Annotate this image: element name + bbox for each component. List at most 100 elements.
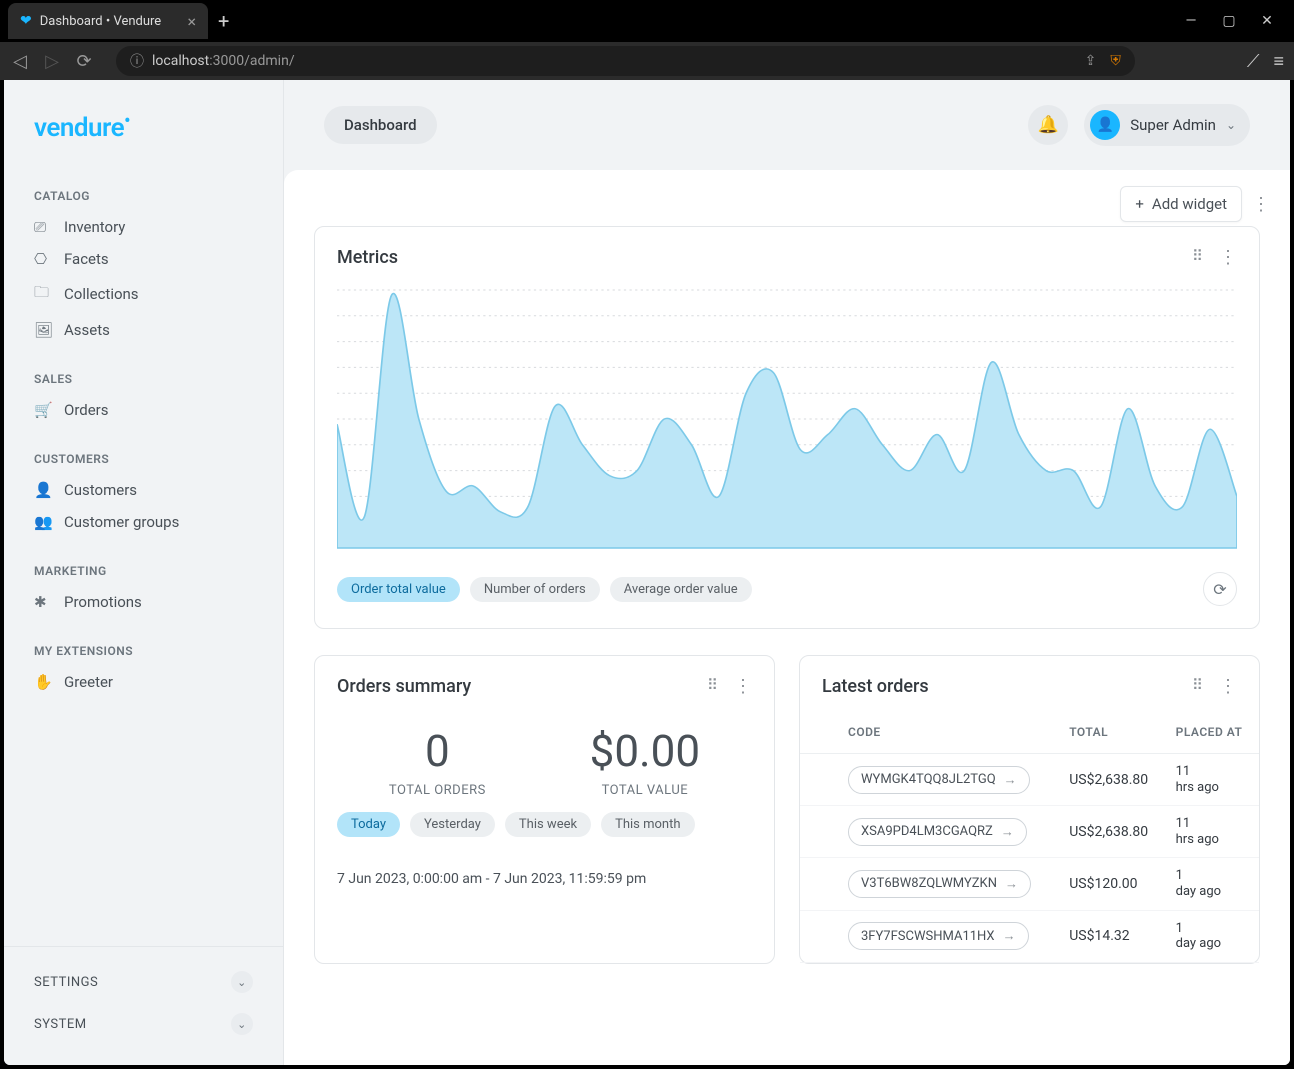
table-row: XSA9PD4LM3CGAQRZ→US$2,638.8011hrs ago — [800, 806, 1259, 858]
total-value-value: $0.00 — [590, 725, 701, 777]
forward-button[interactable]: ▷ — [42, 51, 62, 72]
orders-summary-title: Orders summary — [337, 676, 471, 697]
date-range: 7 Jun 2023, 0:00:00 am - 7 Jun 2023, 11:… — [337, 859, 752, 887]
drag-handle-icon[interactable]: ⠿ — [1192, 676, 1203, 697]
sidebar-item-promotions[interactable]: ✱Promotions — [4, 586, 283, 618]
card-menu-button[interactable]: ⋮ — [1219, 676, 1237, 697]
latest-orders-table: CODETOTALPLACED AT WYMGK4TQQ8JL2TGQ→US$2… — [800, 711, 1259, 963]
sidebar-item-inventory[interactable]: ⎚ Inventory — [4, 211, 283, 243]
sidebar-footer-label: SETTINGS — [34, 975, 98, 990]
sidebar-item-label: Orders — [64, 401, 109, 419]
inventory-icon: ⎚ — [34, 218, 52, 236]
avatar: 👤 — [1090, 110, 1120, 140]
range-chip-this-week[interactable]: This week — [505, 812, 591, 837]
extension-icon[interactable]: ⟋ — [1247, 51, 1260, 72]
table-row: V3T6BW8ZQLWMYZKN→ US$120.001day ago — [800, 858, 1259, 910]
card-menu-button[interactable]: ⋮ — [1219, 247, 1237, 268]
latest-orders-title: Latest orders — [822, 676, 929, 697]
sidebar-item-label: Assets — [64, 321, 110, 339]
promotions-icon: ✱ — [34, 593, 52, 611]
greeter-icon: ✋ — [34, 673, 52, 691]
sidebar-item-label: Greeter — [64, 673, 113, 691]
card-menu-button[interactable]: ⋮ — [734, 676, 752, 697]
metrics-chart — [315, 274, 1259, 562]
user-menu[interactable]: 👤 Super Admin ⌄ — [1084, 104, 1250, 146]
site-info-icon[interactable]: ⓘ — [130, 51, 144, 71]
browser-tab-bar: ❤ Dashboard • Vendure × + — ▢ ✕ — [0, 0, 1294, 42]
metric-chip-order-total-value[interactable]: Order total value — [337, 577, 460, 602]
content-area: + Add widget ⋮ Metrics ⠿ ⋮ — [284, 170, 1290, 1065]
new-tab-button[interactable]: + — [218, 9, 229, 33]
browser-tab[interactable]: ❤ Dashboard • Vendure × — [8, 3, 208, 39]
order-total: US$120.00 — [1059, 858, 1165, 910]
table-row: 3FY7FSCWSHMA11HX→ US$14.321day ago — [800, 910, 1259, 962]
close-window-icon[interactable]: ✕ — [1258, 13, 1276, 29]
table-row: WYMGK4TQQ8JL2TGQ→US$2,638.8011hrs ago — [800, 754, 1259, 806]
sidebar-footer-system[interactable]: SYSTEM⌄ — [4, 1003, 283, 1045]
share-icon[interactable]: ⇪ — [1085, 53, 1097, 69]
bell-icon: 🔔 — [1038, 115, 1059, 135]
order-code-link[interactable]: WYMGK4TQQ8JL2TGQ→ — [848, 766, 1030, 794]
orders-summary-card: Orders summary ⠿ ⋮ 0 TOTAL ORDERS — [314, 655, 775, 964]
sidebar-heading: CATALOG — [4, 181, 283, 211]
minimize-icon[interactable]: — — [1182, 13, 1200, 29]
order-placed-at: 11hrs ago — [1166, 754, 1259, 806]
breadcrumb[interactable]: Dashboard — [324, 106, 437, 144]
range-chip-today[interactable]: Today — [337, 812, 400, 837]
sidebar-heading: MARKETING — [4, 556, 283, 586]
close-tab-icon[interactable]: × — [187, 12, 196, 31]
order-code-link[interactable]: V3T6BW8ZQLWMYZKN→ — [848, 870, 1031, 898]
url-host: localhost — [152, 53, 209, 69]
total-value-label: TOTAL VALUE — [590, 783, 701, 798]
sidebar-item-label: Collections — [64, 285, 139, 303]
notifications-button[interactable]: 🔔 — [1028, 105, 1068, 145]
maximize-icon[interactable]: ▢ — [1220, 13, 1238, 29]
order-total: US$2,638.80 — [1059, 806, 1165, 858]
sidebar-item-facets[interactable]: ⎔ Facets — [4, 243, 283, 275]
sidebar-heading: MY EXTENSIONS — [4, 636, 283, 666]
total-orders-value: 0 — [389, 725, 486, 777]
sidebar-item-collections[interactable]: 🗀Collections — [4, 275, 283, 314]
sidebar-item-assets[interactable]: 🖼Assets — [4, 314, 283, 346]
orders-icon: 🛒 — [34, 401, 52, 419]
column-total: TOTAL — [1059, 711, 1165, 754]
window-controls: — ▢ ✕ — [1182, 13, 1286, 29]
metric-chip-number-of-orders[interactable]: Number of orders — [470, 577, 600, 602]
plus-icon: + — [1135, 195, 1144, 213]
order-code-link[interactable]: 3FY7FSCWSHMA11HX→ — [848, 922, 1029, 950]
sidebar-item-customers[interactable]: 👤Customers — [4, 474, 283, 506]
logo[interactable]: vendure• — [4, 100, 283, 163]
facets-icon: ⎔ — [34, 250, 52, 268]
drag-handle-icon[interactable]: ⠿ — [707, 676, 718, 697]
url-path: :3000/admin/ — [209, 53, 294, 69]
order-placed-at: 1day ago — [1166, 858, 1259, 910]
menu-icon[interactable]: ≡ — [1273, 51, 1284, 72]
sidebar-item-label: Inventory — [64, 218, 125, 236]
arrow-right-icon: → — [1005, 876, 1018, 892]
sidebar: vendure• CATALOG ⎚ Inventory ⎔ Facets 🗀Collec… — [4, 80, 284, 1065]
drag-handle-icon[interactable]: ⠿ — [1192, 247, 1203, 268]
refresh-button[interactable]: ⟳ — [1203, 572, 1237, 606]
add-widget-button[interactable]: + Add widget — [1120, 186, 1242, 222]
sidebar-item-greeter[interactable]: ✋ Greeter — [4, 666, 283, 698]
order-placed-at: 1day ago — [1166, 910, 1259, 962]
sidebar-footer-settings[interactable]: SETTINGS⌄ — [4, 961, 283, 1003]
sidebar-item-customer-groups[interactable]: 👥Customer groups — [4, 506, 283, 538]
range-chip-yesterday[interactable]: Yesterday — [410, 812, 495, 837]
reload-button[interactable]: ⟳ — [74, 51, 94, 72]
order-code-link[interactable]: XSA9PD4LM3CGAQRZ→ — [848, 818, 1027, 846]
order-total: US$14.32 — [1059, 910, 1165, 962]
back-button[interactable]: ◁ — [10, 51, 30, 72]
arrow-right-icon: → — [1004, 772, 1017, 788]
metric-chip-average-order-value[interactable]: Average order value — [610, 577, 752, 602]
url-bar[interactable]: ⓘ localhost:3000/admin/ ⇪ ⛨ — [116, 46, 1135, 76]
shield-icon[interactable]: ⛨ — [1110, 53, 1121, 69]
page-menu-button[interactable]: ⋮ — [1252, 194, 1270, 215]
sidebar-item-orders[interactable]: 🛒 Orders — [4, 394, 283, 426]
range-chip-this-month[interactable]: This month — [601, 812, 694, 837]
latest-orders-card: Latest orders ⠿ ⋮ CODETOTALPLACED AT WYM… — [799, 655, 1260, 964]
chevron-down-icon: ⌄ — [1226, 118, 1236, 132]
customers-icon: 👤 — [34, 481, 52, 499]
sidebar-item-label: Facets — [64, 250, 109, 268]
tab-title: Dashboard • Vendure — [40, 14, 161, 29]
